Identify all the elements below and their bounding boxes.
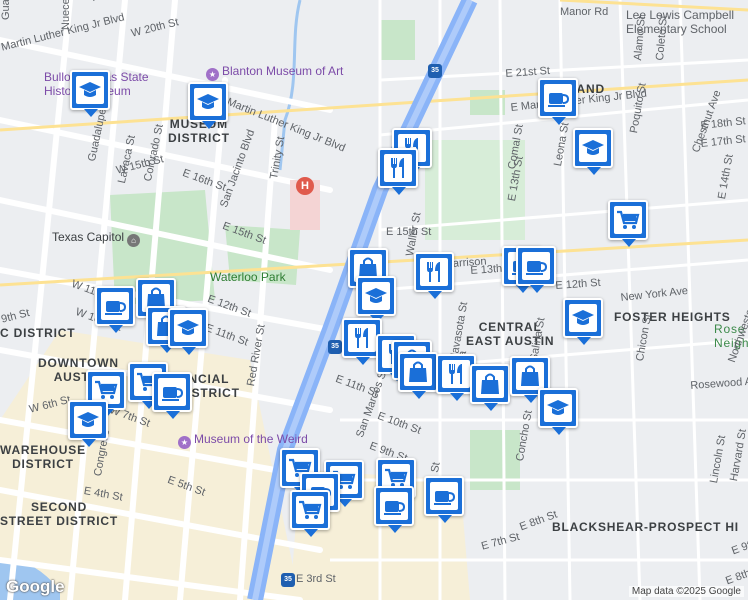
map-marker[interactable] (168, 308, 208, 355)
restaurant-icon (348, 324, 376, 352)
street-label: Guadalup (0, 0, 12, 20)
coffee-icon (158, 378, 186, 406)
map-marker[interactable] (374, 486, 414, 533)
map-marker[interactable] (414, 252, 454, 299)
district-label: BLACKSHEAR-PROSPECT HI (552, 520, 739, 534)
museum-icon: ★ (206, 68, 219, 81)
map-marker[interactable] (152, 372, 192, 419)
map-marker[interactable] (563, 298, 603, 345)
school-icon (544, 394, 572, 422)
restaurant-icon (420, 258, 448, 286)
map-attribution: Map data ©2025 Google (628, 586, 744, 597)
map-marker[interactable] (95, 286, 135, 333)
district-label: WAREHOUSE DISTRICT (0, 443, 86, 471)
map-marker[interactable] (188, 82, 228, 129)
highway-shield-icon: 35 (328, 340, 342, 354)
map-marker[interactable] (538, 78, 578, 125)
poi-texas-capitol[interactable]: Texas Capitol ⌂ (52, 230, 143, 247)
map-marker[interactable] (608, 200, 648, 247)
coffee-icon (522, 252, 550, 280)
museum-icon: ★ (178, 436, 191, 449)
poi-blanton-museum[interactable]: ★ Blanton Museum of Art (206, 64, 343, 81)
map-view[interactable]: MUSEUM DISTRICT C DISTRICT DOWNTOWN AUST… (0, 0, 748, 600)
poi-waterloo-park[interactable]: Waterloo Park (210, 270, 286, 284)
hospital-icon: H (296, 177, 314, 195)
poi-museum-of-the-weird[interactable]: ★ Museum of the Weird (178, 432, 308, 449)
map-marker[interactable] (378, 148, 418, 195)
map-marker[interactable] (470, 364, 510, 411)
map-marker[interactable] (290, 490, 330, 537)
map-marker[interactable] (538, 388, 578, 435)
shopping-bag-icon (516, 362, 544, 390)
shopping-cart-icon (296, 496, 324, 524)
school-icon (569, 304, 597, 332)
street-label: E 3rd St (296, 573, 336, 585)
district-label: SECOND STREET DISTRICT (0, 500, 119, 528)
highway-shield-icon: 35 (428, 64, 442, 78)
map-marker[interactable] (68, 400, 108, 447)
school-icon (174, 314, 202, 342)
map-marker[interactable] (70, 70, 110, 117)
map-marker[interactable] (516, 246, 556, 293)
shopping-bag-icon (476, 370, 504, 398)
coffee-icon (544, 84, 572, 112)
school-icon (194, 88, 222, 116)
field-green (380, 20, 415, 60)
map-marker[interactable] (398, 352, 438, 399)
highway-shield-icon: 35 (281, 573, 295, 587)
restaurant-icon (442, 360, 470, 388)
map-marker[interactable] (573, 128, 613, 175)
school-icon (76, 76, 104, 104)
district-label: C DISTRICT (0, 326, 76, 340)
school-icon (579, 134, 607, 162)
landmark-icon: ⌂ (127, 234, 141, 247)
school-icon (74, 406, 102, 434)
google-logo: Google (6, 577, 65, 596)
map-marker[interactable] (424, 476, 464, 523)
school-icon (362, 282, 390, 310)
restaurant-icon (384, 154, 412, 182)
street-label: Nueces St (60, 0, 72, 30)
shopping-cart-icon (614, 206, 642, 234)
coffee-icon (430, 482, 458, 510)
street-label: Manor Rd (560, 6, 609, 18)
shopping-bag-icon (404, 358, 432, 386)
coffee-icon (101, 292, 129, 320)
coffee-icon (380, 492, 408, 520)
map-marker[interactable] (356, 276, 396, 323)
